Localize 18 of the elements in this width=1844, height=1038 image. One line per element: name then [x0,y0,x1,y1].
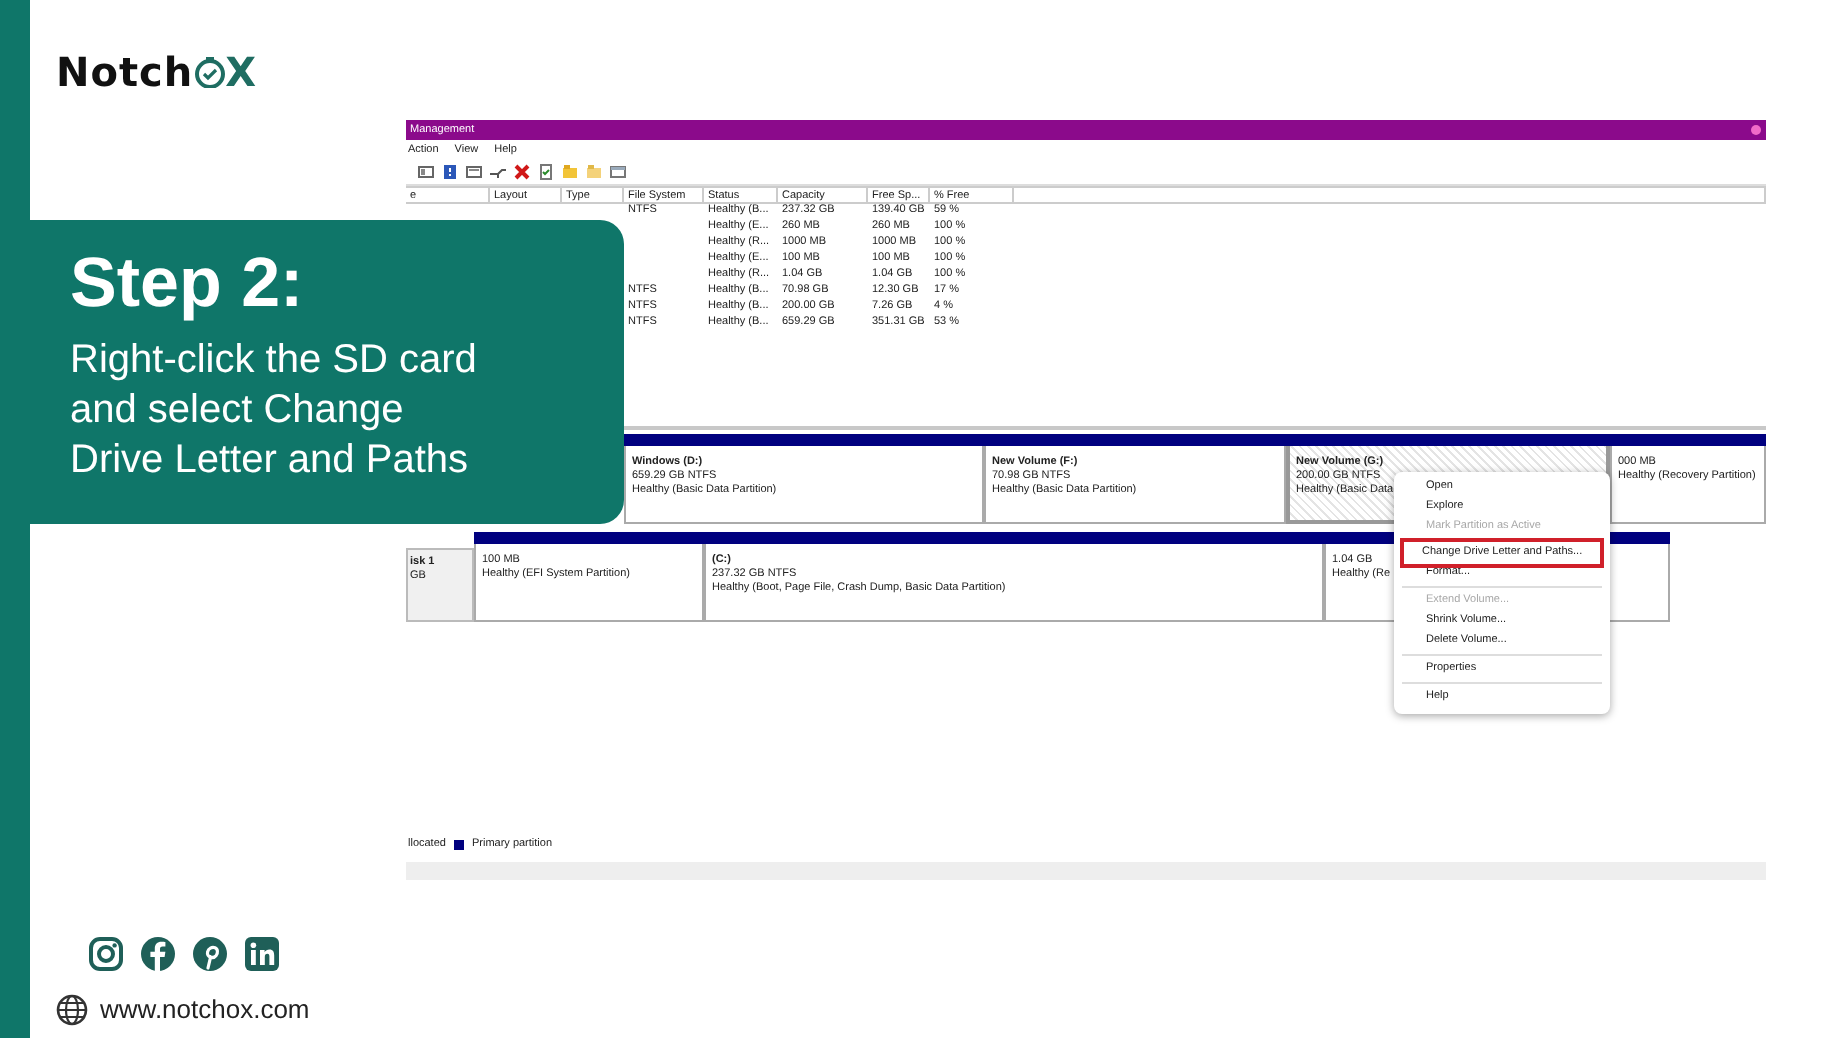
panel-icon[interactable] [466,164,482,180]
globe-icon [56,993,88,1026]
help-icon[interactable] [442,164,458,180]
logo-wordmark: X [225,47,258,95]
logo-wordmark: Notch [56,47,194,95]
facebook-icon[interactable] [140,936,176,972]
instagram-icon[interactable] [88,936,124,972]
checklist-icon[interactable] [538,164,554,180]
legend-swatch [453,839,464,849]
website-link[interactable]: www.notchox.com [100,990,310,1029]
step-instruction: Right-click the SD card and select Change Drive Letter and Paths [70,336,479,486]
panel-icon[interactable] [418,164,434,180]
circle-icon[interactable] [1750,124,1762,136]
step-title: Step 2: [70,244,306,324]
delete-icon[interactable] [514,164,530,180]
linkedin-icon[interactable] [244,936,280,972]
window-icon[interactable] [610,164,626,180]
clock-icon [193,55,226,87]
